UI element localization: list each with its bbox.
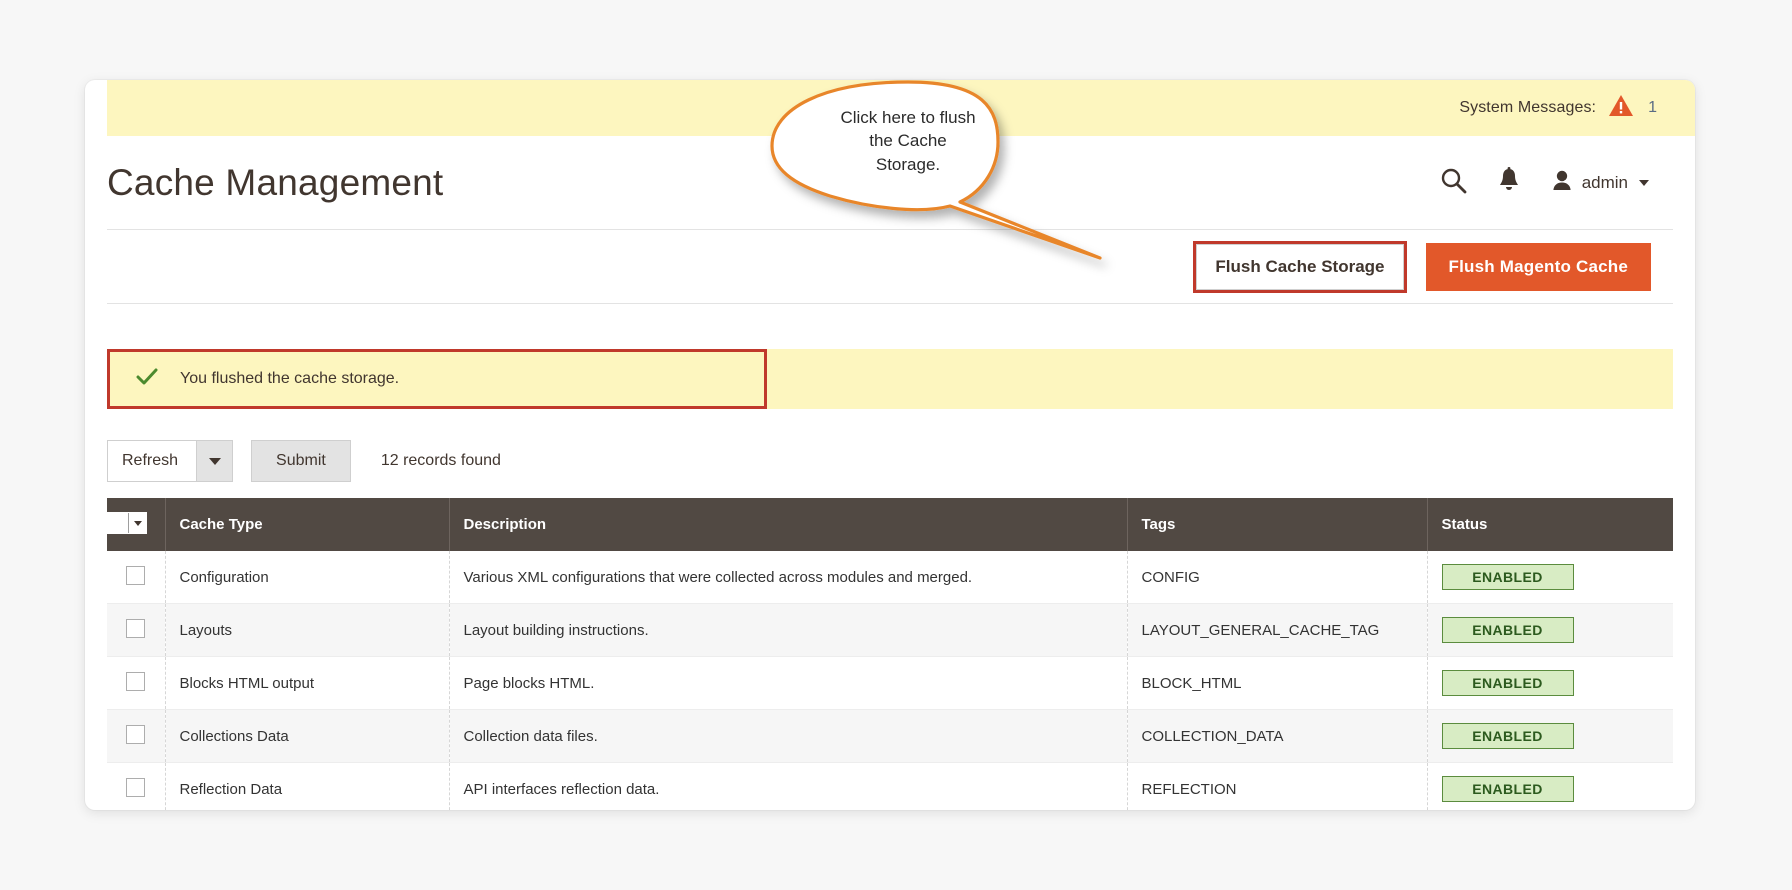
actions-divider [107,303,1673,304]
system-messages-count[interactable]: 1 [1648,99,1657,117]
row-checkbox[interactable] [126,565,146,585]
checkbox-dropdown-icon[interactable] [107,512,147,534]
cell-tags: REFLECTION [1127,762,1428,810]
mass-action-select[interactable]: Refresh [107,440,234,482]
grid-header-status[interactable]: Status [1427,498,1673,551]
cell-status: ENABLED [1427,709,1673,763]
admin-page-card: System Messages: 1 Cache Management admi… [85,80,1695,810]
row-checkbox-cell[interactable] [107,603,166,657]
status-badge: ENABLED [1441,670,1574,696]
table-row[interactable]: Layouts Layout building instructions. LAYO… [107,603,1673,657]
grid-header-select-all[interactable] [107,498,166,551]
flush-cache-storage-button[interactable]: Flush Cache Storage [1193,240,1407,293]
grid-header-tags[interactable]: Tags [1127,498,1428,551]
table-row[interactable]: Collections Data Collection data files. CO… [107,709,1673,763]
status-badge: ENABLED [1441,723,1574,749]
cell-cache-type: Configuration [165,551,450,604]
user-menu[interactable]: admin [1551,169,1649,197]
row-checkbox-cell[interactable] [107,656,166,710]
mass-action-select-value: Refresh [122,452,179,469]
row-checkbox[interactable] [126,777,146,797]
row-checkbox[interactable] [126,618,146,638]
cell-description: Layout building instructions. [449,603,1128,657]
cell-description: Collection data files. [449,709,1128,763]
page-title: Cache Management [107,161,444,203]
row-checkbox[interactable] [126,671,146,691]
cell-tags: BLOCK_HTML [1127,656,1428,710]
table-row[interactable]: Configuration Various XML configurations … [107,551,1673,604]
cell-status: ENABLED [1427,551,1673,604]
page-header: Cache Management admin [85,136,1695,229]
cell-status: ENABLED [1427,656,1673,710]
system-messages-label: System Messages: [1459,99,1597,116]
chevron-down-icon [196,441,233,481]
table-row[interactable]: Blocks HTML output Page blocks HTML. BLOCK… [107,656,1673,710]
status-badge: ENABLED [1441,776,1574,802]
grid-header-description[interactable]: Description [449,498,1128,551]
cell-tags: LAYOUT_GENERAL_CACHE_TAG [1127,603,1428,657]
grid-header-row: Cache Type Description Tags Status [107,498,1673,551]
user-menu-label: admin [1581,172,1628,192]
cell-status: ENABLED [1427,762,1673,810]
row-checkbox-cell[interactable] [107,762,166,810]
grid-header-cache-type[interactable]: Cache Type [165,498,450,551]
cell-description: API interfaces reflection data. [449,762,1128,810]
chevron-down-icon [1639,179,1649,186]
cell-description: Various XML configurations that were col… [449,551,1128,604]
status-badge: ENABLED [1441,564,1574,590]
cell-cache-type: Reflection Data [165,762,450,810]
bell-icon[interactable] [1497,167,1521,198]
row-checkbox-cell[interactable] [107,551,166,604]
system-messages-bar: System Messages: 1 [107,80,1695,136]
cell-cache-type: Layouts [165,603,450,657]
table-row[interactable]: Reflection Data API interfaces reflection… [107,762,1673,810]
cell-description: Page blocks HTML. [449,656,1128,710]
submit-button[interactable]: Submit [251,440,351,482]
header-actions: admin [1440,167,1657,199]
flush-magento-cache-button[interactable]: Flush Magento Cache [1425,242,1651,291]
page-actions-bar: Flush Cache Storage Flush Magento Cache [107,230,1673,303]
search-icon[interactable] [1440,167,1467,199]
cache-type-grid: Cache Type Description Tags Status Confi… [107,498,1673,810]
cell-tags: COLLECTION_DATA [1127,709,1428,763]
grid-toolbar: Refresh Submit 12 records found [107,438,1673,484]
user-avatar-icon [1551,169,1573,197]
status-badge: ENABLED [1441,617,1574,643]
row-checkbox-cell[interactable] [107,709,166,763]
cell-status: ENABLED [1427,603,1673,657]
success-message-bar [107,349,1673,409]
warning-triangle-icon[interactable] [1608,94,1634,122]
cell-cache-type: Collections Data [165,709,450,763]
row-checkbox[interactable] [126,724,146,744]
cell-cache-type: Blocks HTML output [165,656,450,710]
records-found-label: 12 records found [380,452,501,469]
cell-tags: CONFIG [1127,551,1428,604]
